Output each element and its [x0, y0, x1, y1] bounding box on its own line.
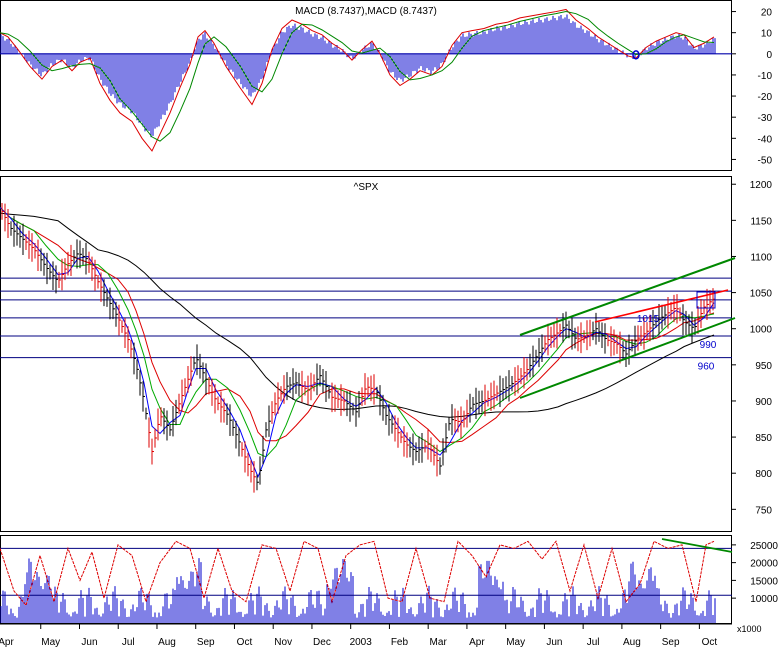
volume-y-tick-label: 25000: [750, 541, 778, 552]
macd-y-axis: 20 10 0 -10 -20 -30 -40 -50: [732, 8, 773, 166]
x-tick-label: Oct: [702, 637, 718, 648]
x-tick-label: Jun: [546, 637, 562, 648]
x-tick-label: Mar: [430, 637, 448, 648]
price-y-tick-label: 1150: [750, 216, 772, 227]
x-tick-label: Sep: [197, 637, 215, 648]
macd-panel-frame: [0, 0, 732, 171]
price-y-tick-label: 1050: [750, 289, 773, 300]
macd-y-tick-label: 0: [766, 50, 772, 61]
macd-title: MACD (8.7437),MACD (8.7437): [295, 6, 437, 17]
x-tick-label: Apr: [469, 637, 485, 648]
price-y-tick-label: 750: [755, 505, 772, 516]
price-y-tick-label: 950: [755, 361, 772, 372]
volume-y-axis: 25000 20000 15000 10000: [732, 541, 778, 605]
level-label: 990: [700, 340, 717, 351]
volume-y-tick-label: 15000: [750, 576, 778, 587]
x-tick-label: Oct: [237, 637, 253, 648]
x-tick-label: Aug: [623, 637, 641, 648]
price-panel-frame: [0, 176, 732, 532]
x-tick-label: May: [506, 637, 525, 648]
x-tick-label: May: [41, 637, 60, 648]
price-y-tick-label: 1100: [750, 252, 772, 263]
volume-unit-label: x1000: [737, 624, 762, 634]
x-tick-label: Jun: [81, 637, 97, 648]
stock-chart: 20 10 0 -10 -20 -30 -40 -50 MACD (8.7437),MACD …: [0, 0, 778, 648]
macd-y-tick-label: -50: [758, 155, 773, 166]
price-y-axis: 1200 1150 1100 1050 1000 950 900 850 800 750: [732, 180, 772, 516]
x-tick-label: Sep: [662, 637, 680, 648]
price-y-tick-label: 850: [755, 433, 772, 444]
x-tick-label: Dec: [313, 637, 331, 648]
x-tick-label: Apr: [0, 637, 14, 648]
x-tick-label: Nov: [274, 637, 292, 648]
x-tick-label: Aug: [158, 637, 176, 648]
macd-y-tick-label: -30: [758, 113, 773, 124]
macd-y-tick-label: -20: [758, 92, 773, 103]
price-title: ^SPX: [354, 182, 379, 193]
x-tick-label: Feb: [391, 637, 409, 648]
level-label: 960: [698, 362, 715, 373]
x-tick-label: Jul: [587, 637, 600, 648]
level-label: 1015: [637, 314, 660, 325]
x-tick-label: Jul: [122, 637, 135, 648]
price-y-tick-label: 900: [755, 397, 772, 408]
price-y-tick-label: 1200: [750, 180, 773, 191]
price-y-tick-label: 800: [755, 469, 772, 480]
macd-y-tick-label: 10: [761, 29, 773, 40]
macd-y-tick-label: 20: [761, 8, 773, 19]
macd-y-tick-label: -40: [758, 134, 773, 145]
volume-y-tick-label: 10000: [750, 594, 778, 605]
macd-y-tick-label: -10: [758, 71, 773, 82]
x-tick-label: 2003: [350, 637, 373, 648]
x-axis: Apr May Jun Jul Aug Sep Oct Nov Dec 2003 Feb Mar Apr…: [0, 624, 717, 648]
volume-y-tick-label: 20000: [750, 559, 778, 570]
price-y-tick-label: 1000: [750, 325, 773, 336]
